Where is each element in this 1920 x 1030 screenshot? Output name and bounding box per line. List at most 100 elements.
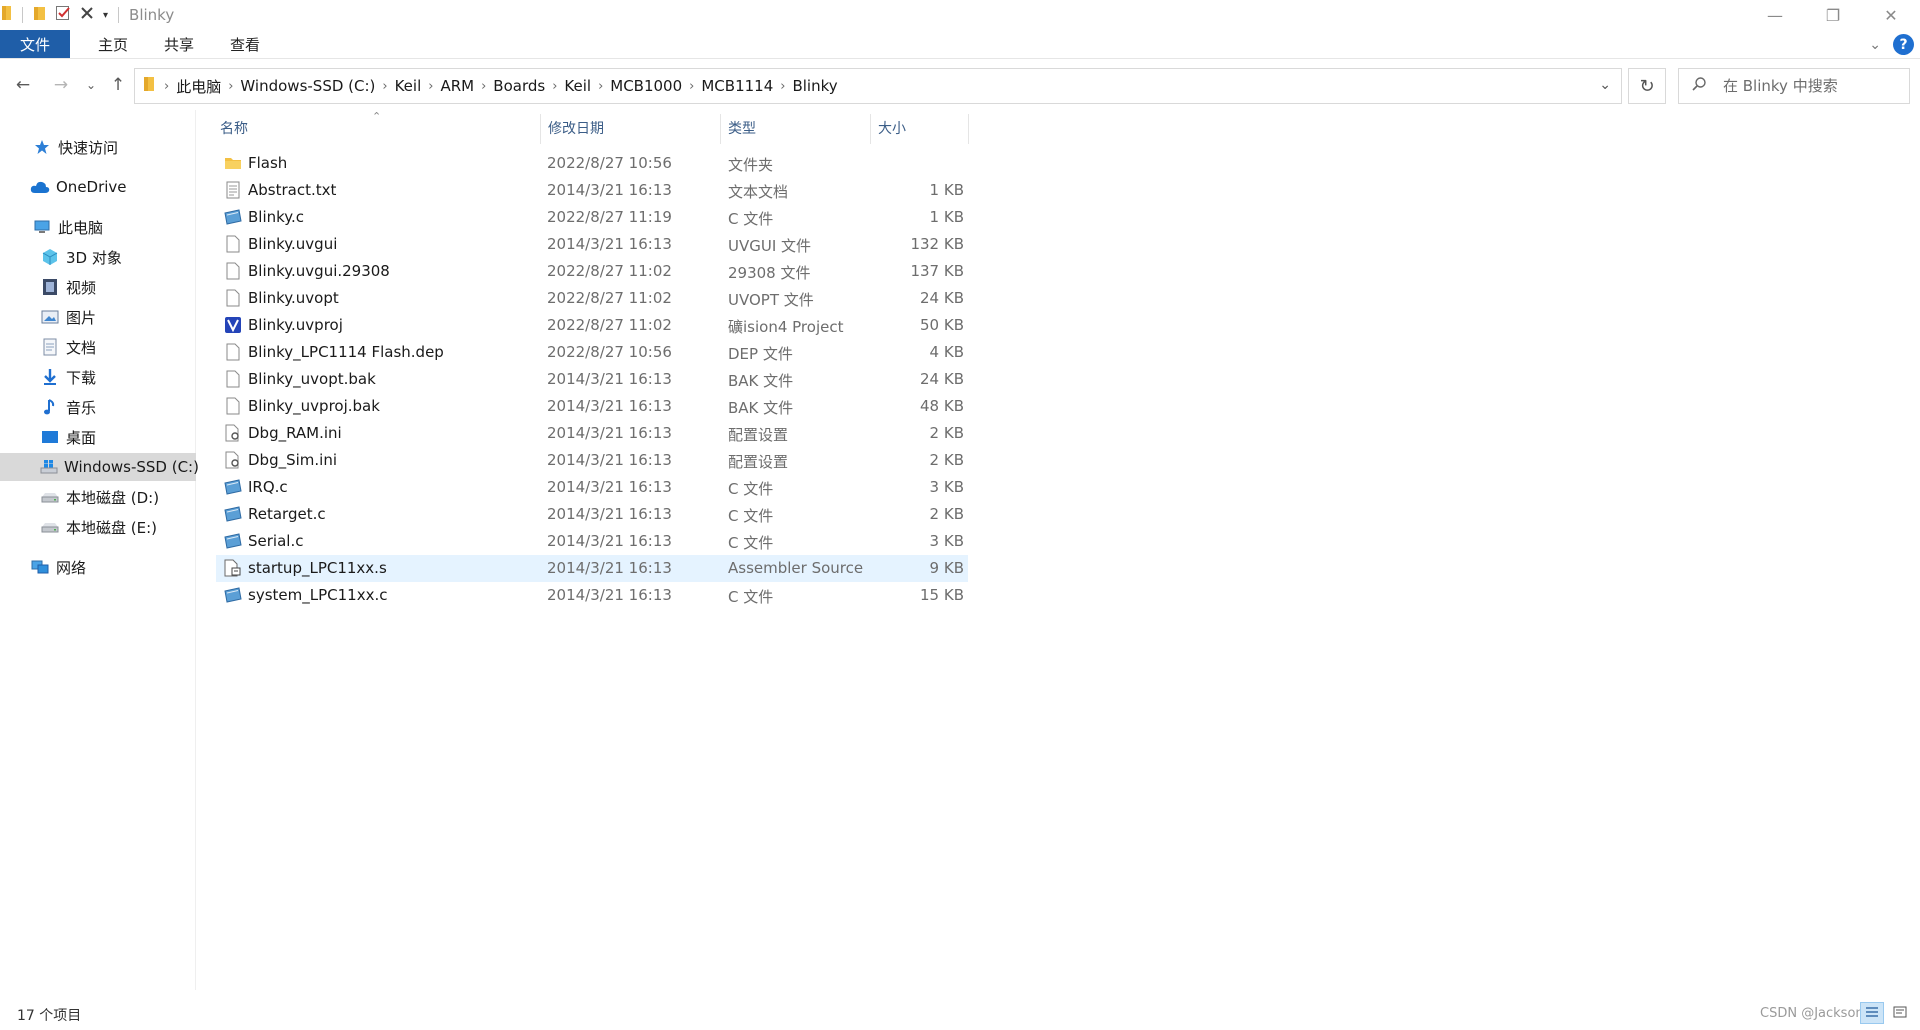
column-header-type[interactable]: 类型 bbox=[728, 110, 878, 146]
help-icon[interactable]: ? bbox=[1893, 34, 1914, 55]
file-row[interactable]: Blinky.uvgui.29308 2022/8/27 11:02 29308… bbox=[216, 258, 968, 285]
file-row[interactable]: Blinky_uvproj.bak 2014/3/21 16:13 BAK 文件… bbox=[216, 393, 968, 420]
large-icons-view-button[interactable] bbox=[1888, 1002, 1912, 1024]
search-box[interactable] bbox=[1678, 68, 1910, 104]
sidebar-item-quick-access[interactable]: 快速访问 bbox=[0, 133, 196, 161]
search-input[interactable] bbox=[1721, 76, 1891, 96]
sidebar-item-videos[interactable]: 视频 bbox=[0, 273, 196, 301]
file-type: UVOPT 文件 bbox=[728, 291, 814, 309]
file-type: 文件夹 bbox=[728, 156, 774, 174]
file-type: 配置设置 bbox=[728, 453, 789, 471]
sidebar-item-pictures[interactable]: 图片 bbox=[0, 303, 196, 331]
file-row[interactable]: Abstract.txt 2014/3/21 16:13 文本文档 1 KB bbox=[216, 177, 968, 204]
uvision-project-icon bbox=[223, 315, 243, 335]
back-button[interactable]: ← bbox=[11, 73, 35, 97]
crumb-arm[interactable]: ARM bbox=[436, 77, 478, 95]
sidebar-item-this-pc[interactable]: 此电脑 bbox=[0, 213, 196, 241]
folder-icon[interactable] bbox=[33, 5, 47, 25]
chevron-right-icon[interactable]: › bbox=[225, 79, 236, 94]
file-row[interactable]: Serial.c 2014/3/21 16:13 C 文件 3 KB bbox=[216, 528, 968, 555]
address-dropdown-icon[interactable]: ⌄ bbox=[1599, 77, 1611, 93]
crumb-mcb1000[interactable]: MCB1000 bbox=[606, 77, 686, 95]
tab-view[interactable]: 查看 bbox=[212, 30, 278, 58]
file-size: 24 KB bbox=[920, 289, 964, 307]
details-view-button[interactable] bbox=[1860, 1002, 1884, 1024]
sidebar-item-onedrive[interactable]: OneDrive bbox=[0, 173, 196, 201]
file-row[interactable]: IRQ.c 2014/3/21 16:13 C 文件 3 KB bbox=[216, 474, 968, 501]
customize-dropdown-icon[interactable]: ▾ bbox=[103, 10, 108, 21]
crumb-this-pc[interactable]: 此电脑 bbox=[172, 76, 225, 97]
tab-home[interactable]: 主页 bbox=[80, 30, 146, 58]
file-row[interactable]: Blinky.uvopt 2022/8/27 11:02 UVOPT 文件 24… bbox=[216, 285, 968, 312]
arrow-right-icon: → bbox=[53, 75, 69, 95]
file-row[interactable]: Blinky_LPC1114 Flash.dep 2022/8/27 10:56… bbox=[216, 339, 968, 366]
file-row[interactable]: Flash 2022/8/27 10:56 文件夹 bbox=[216, 150, 968, 177]
tab-share[interactable]: 共享 bbox=[146, 30, 212, 58]
file-name: Serial.c bbox=[248, 532, 304, 550]
file-size: 2 KB bbox=[929, 451, 964, 469]
crumb-boards[interactable]: Boards bbox=[489, 77, 549, 95]
chevron-right-icon[interactable]: › bbox=[478, 79, 489, 94]
sidebar-item-label: 图片 bbox=[66, 308, 97, 327]
file-row[interactable]: system_LPC11xx.c 2014/3/21 16:13 C 文件 15… bbox=[216, 582, 968, 609]
chevron-right-icon[interactable]: › bbox=[379, 79, 390, 94]
file-row[interactable]: Retarget.c 2014/3/21 16:13 C 文件 2 KB bbox=[216, 501, 968, 528]
folder-icon bbox=[223, 153, 243, 173]
crumb-blinky[interactable]: Blinky bbox=[788, 77, 841, 95]
file-row[interactable]: Blinky_uvopt.bak 2014/3/21 16:13 BAK 文件 … bbox=[216, 366, 968, 393]
sidebar-item-music[interactable]: 音乐 bbox=[0, 393, 196, 421]
address-bar[interactable]: › 此电脑 › Windows-SSD (C:) › Keil › ARM › … bbox=[134, 68, 1622, 104]
file-row[interactable]: Dbg_RAM.ini 2014/3/21 16:13 配置设置 2 KB bbox=[216, 420, 968, 447]
up-button[interactable]: ↑ bbox=[106, 73, 130, 97]
chevron-right-icon[interactable]: › bbox=[595, 79, 606, 94]
refresh-button[interactable]: ↻ bbox=[1628, 68, 1666, 104]
sidebar-item-desktop[interactable]: 桌面 bbox=[0, 423, 196, 451]
minimize-button[interactable]: — bbox=[1746, 0, 1804, 30]
file-size: 3 KB bbox=[929, 478, 964, 496]
file-size: 1 KB bbox=[929, 181, 964, 199]
file-name: Dbg_Sim.ini bbox=[248, 451, 338, 469]
arrow-up-icon: ↑ bbox=[110, 75, 126, 95]
recent-locations-button[interactable]: ⌄ bbox=[79, 73, 103, 97]
delete-x-icon[interactable] bbox=[79, 5, 95, 25]
expand-ribbon-chevron-icon[interactable]: ⌄ bbox=[1869, 37, 1881, 53]
close-icon: ✕ bbox=[1884, 5, 1898, 25]
sidebar-item-documents[interactable]: 文档 bbox=[0, 333, 196, 361]
chevron-right-icon[interactable]: › bbox=[686, 79, 697, 94]
crumb-windows-ssd[interactable]: Windows-SSD (C:) bbox=[236, 77, 379, 95]
crumb-mcb1114[interactable]: MCB1114 bbox=[697, 77, 777, 95]
file-row[interactable]: Blinky.c 2022/8/27 11:19 C 文件 1 KB bbox=[216, 204, 968, 231]
file-size: 50 KB bbox=[920, 316, 964, 334]
sidebar-item-3d-objects[interactable]: 3D 对象 bbox=[0, 243, 196, 271]
file-row[interactable]: Blinky.uvgui 2014/3/21 16:13 UVGUI 文件 13… bbox=[216, 231, 968, 258]
chevron-right-icon[interactable]: › bbox=[161, 79, 172, 94]
crumb-keil[interactable]: Keil bbox=[391, 77, 426, 95]
sidebar-item-drive-d[interactable]: 本地磁盘 (D:) bbox=[0, 483, 196, 511]
file-row[interactable]: Blinky.uvproj 2022/8/27 11:02 礦ision4 Pr… bbox=[216, 312, 968, 339]
sidebar-item-downloads[interactable]: 下载 bbox=[0, 363, 196, 391]
music-icon bbox=[40, 397, 60, 417]
chevron-right-icon[interactable]: › bbox=[425, 79, 436, 94]
sidebar-item-windows-ssd[interactable]: Windows-SSD (C:) bbox=[0, 453, 199, 481]
file-date: 2014/3/21 16:13 bbox=[547, 559, 672, 577]
column-header-name[interactable]: 名称 bbox=[220, 110, 540, 146]
restore-button[interactable]: ❐ bbox=[1804, 0, 1862, 30]
close-button[interactable]: ✕ bbox=[1862, 0, 1920, 30]
crumb-keil-board[interactable]: Keil bbox=[560, 77, 595, 95]
tab-file[interactable]: 文件 bbox=[0, 30, 70, 58]
column-header-date[interactable]: 修改日期 bbox=[548, 110, 718, 146]
sidebar-item-label: 此电脑 bbox=[58, 218, 104, 237]
chevron-right-icon[interactable]: › bbox=[549, 79, 560, 94]
forward-button[interactable]: → bbox=[49, 73, 73, 97]
file-name: Flash bbox=[248, 154, 288, 172]
sidebar-item-network[interactable]: 网络 bbox=[0, 553, 196, 581]
file-row[interactable]: startup_LPC11xx.s 2014/3/21 16:13 Assemb… bbox=[216, 555, 968, 582]
chevron-right-icon[interactable]: › bbox=[777, 79, 788, 94]
sidebar-item-drive-e[interactable]: 本地磁盘 (E:) bbox=[0, 513, 196, 541]
file-row[interactable]: Dbg_Sim.ini 2014/3/21 16:13 配置设置 2 KB bbox=[216, 447, 968, 474]
column-header-size[interactable]: 大小 bbox=[878, 110, 968, 146]
properties-check-icon[interactable] bbox=[55, 5, 71, 25]
file-type: C 文件 bbox=[728, 534, 774, 552]
file-name: Blinky.uvgui bbox=[248, 235, 338, 253]
sidebar-item-label: 快速访问 bbox=[58, 138, 119, 157]
